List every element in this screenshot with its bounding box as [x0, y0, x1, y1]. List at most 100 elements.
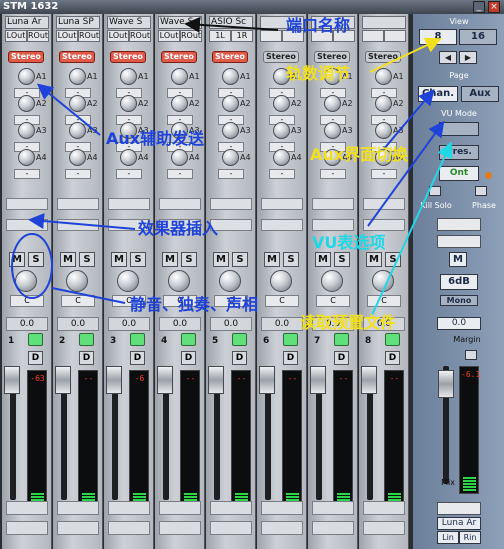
aux-send-knob-4[interactable] [18, 149, 35, 166]
output-left[interactable] [260, 30, 282, 42]
direct-button[interactable]: D [181, 351, 196, 365]
aux-send-value[interactable]: - [269, 169, 295, 179]
mute-button[interactable]: M [60, 252, 76, 267]
input-left[interactable]: Lin [437, 531, 459, 544]
direct-button[interactable]: D [334, 351, 349, 365]
fx-insert-slot-2[interactable] [6, 219, 48, 231]
fx-insert-slot-1[interactable] [210, 198, 252, 210]
bottom-slot-2[interactable] [363, 521, 405, 535]
channel-enable-button[interactable] [232, 333, 247, 346]
master-mute-button[interactable]: M [449, 252, 467, 267]
aux-send-knob-4[interactable] [273, 149, 290, 166]
db-display[interactable]: 6dB [440, 274, 478, 290]
pan-knob[interactable] [117, 270, 139, 292]
bottom-slot-1[interactable] [261, 501, 303, 515]
aux-send-knob-2[interactable] [324, 95, 341, 112]
aux-send-knob-3[interactable] [222, 122, 239, 139]
aux-send-value[interactable]: - [65, 169, 91, 179]
aux-button[interactable]: Aux [461, 86, 499, 102]
pres-button[interactable]: Pres. [439, 145, 479, 160]
bottom-slot-2[interactable] [159, 521, 201, 535]
mute-button[interactable]: M [111, 252, 127, 267]
fx-insert-slot-1[interactable] [6, 198, 48, 210]
output-left[interactable]: 1L [209, 30, 231, 42]
channel-fader[interactable] [157, 366, 173, 394]
channel-enable-button[interactable] [283, 333, 298, 346]
fx-insert-slot-2[interactable] [57, 219, 99, 231]
direct-button[interactable]: D [283, 351, 298, 365]
aux-send-knob-2[interactable] [69, 95, 86, 112]
stereo-button[interactable]: Stereo [263, 51, 299, 63]
aux-send-knob-2[interactable] [222, 95, 239, 112]
fx-insert-slot-1[interactable] [57, 198, 99, 210]
bottom-slot-2[interactable] [312, 521, 354, 535]
pan-knob[interactable] [270, 270, 292, 292]
aux-send-knob-1[interactable] [120, 68, 137, 85]
mono-button[interactable]: Mono [440, 295, 478, 306]
mute-button[interactable]: M [162, 252, 178, 267]
channel-fader[interactable] [106, 366, 122, 394]
mute-button[interactable]: M [9, 252, 25, 267]
input-port-name[interactable]: Luna Ar [437, 517, 481, 530]
solo-button[interactable]: S [385, 252, 401, 267]
output-left[interactable]: LOut [5, 30, 27, 42]
fx-insert-slot-1[interactable] [159, 198, 201, 210]
close-button[interactable]: × [488, 1, 500, 13]
direct-button[interactable]: D [28, 351, 43, 365]
aux-send-knob-3[interactable] [375, 122, 392, 139]
direct-button[interactable]: D [130, 351, 145, 365]
stereo-button[interactable]: Stereo [212, 51, 248, 63]
fx-insert-slot-1[interactable] [312, 198, 354, 210]
output-right[interactable]: ROut [180, 30, 202, 42]
master-fader[interactable] [438, 370, 454, 398]
channel-fader[interactable] [55, 366, 71, 394]
bottom-slot-1[interactable] [108, 501, 150, 515]
fx-insert-slot-2[interactable] [312, 219, 354, 231]
gain-value[interactable]: 0.0 [6, 317, 48, 331]
channel-fader[interactable] [208, 366, 224, 394]
mute-button[interactable]: M [213, 252, 229, 267]
aux-send-knob-3[interactable] [69, 122, 86, 139]
chan-button[interactable]: Chan. [418, 86, 458, 102]
solo-button[interactable]: S [28, 252, 44, 267]
bottom-slot-2[interactable] [261, 521, 303, 535]
pan-value[interactable]: C [265, 295, 299, 307]
aux-send-knob-1[interactable] [222, 68, 239, 85]
pan-knob[interactable] [15, 270, 37, 292]
aux-send-knob-4[interactable] [222, 149, 239, 166]
gain-value[interactable]: 0.0 [108, 317, 150, 331]
aux-send-knob-1[interactable] [375, 68, 392, 85]
output-right[interactable]: ROut [129, 30, 151, 42]
output-left[interactable]: LOut [107, 30, 129, 42]
direct-button[interactable]: D [385, 351, 400, 365]
margin-reset[interactable] [465, 350, 477, 360]
aux-send-knob-2[interactable] [273, 95, 290, 112]
direct-button[interactable]: D [232, 351, 247, 365]
bottom-slot-1[interactable] [363, 501, 405, 515]
bottom-slot-2[interactable] [57, 521, 99, 535]
master-bottom-slot[interactable] [437, 502, 481, 515]
page-prev-button[interactable]: ◀ [439, 51, 457, 64]
aux-send-knob-2[interactable] [171, 95, 188, 112]
master-insert-2[interactable] [437, 235, 481, 248]
channel-enable-button[interactable] [130, 333, 145, 346]
ont-button[interactable]: Ont [439, 166, 479, 181]
channel-fader[interactable] [361, 366, 377, 394]
mute-button[interactable]: M [264, 252, 280, 267]
aux-send-knob-1[interactable] [18, 68, 35, 85]
bottom-slot-2[interactable] [108, 521, 150, 535]
channel-fader[interactable] [4, 366, 20, 394]
channel-enable-button[interactable] [385, 333, 400, 346]
aux-send-value[interactable]: - [320, 169, 346, 179]
aux-send-knob-4[interactable] [120, 149, 137, 166]
fx-insert-slot-1[interactable] [261, 198, 303, 210]
master-gain-value[interactable]: 0.0 [437, 317, 481, 330]
mute-button[interactable]: M [315, 252, 331, 267]
mute-button[interactable]: M [366, 252, 382, 267]
pan-value[interactable]: C [10, 295, 44, 307]
channel-enable-button[interactable] [181, 333, 196, 346]
page-next-button[interactable]: ▶ [459, 51, 477, 64]
aux-send-knob-3[interactable] [324, 122, 341, 139]
solo-button[interactable]: S [334, 252, 350, 267]
stereo-button[interactable]: Stereo [365, 51, 401, 63]
